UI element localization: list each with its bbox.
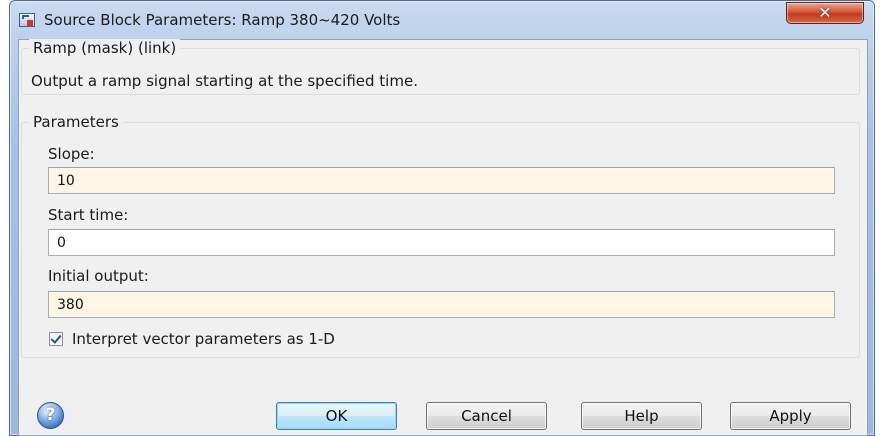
title-bar[interactable]: Source Block Parameters: Ramp 380~420 Vo… xyxy=(10,1,874,39)
initial-output-input[interactable] xyxy=(48,291,835,318)
parameters-legend: Parameters xyxy=(29,113,123,131)
simulink-block-icon xyxy=(19,13,35,27)
initial-output-label: Initial output: xyxy=(48,267,149,285)
start-time-label: Start time: xyxy=(48,206,129,224)
start-time-input[interactable] xyxy=(48,229,835,256)
ok-button[interactable]: OK xyxy=(276,402,397,430)
dialog-client-area: Ramp (mask) (link) Output a ramp signal … xyxy=(18,39,868,436)
help-button[interactable]: Help xyxy=(581,402,702,430)
interpret-vector-label[interactable]: Interpret vector parameters as 1-D xyxy=(72,330,335,348)
interpret-vector-checkbox[interactable] xyxy=(49,332,63,346)
close-icon: ✕ xyxy=(818,3,832,22)
description-legend: Ramp (mask) (link) xyxy=(29,39,181,57)
close-button[interactable]: ✕ xyxy=(786,2,864,24)
window-title: Source Block Parameters: Ramp 380~420 Vo… xyxy=(44,11,401,29)
cancel-button[interactable]: Cancel xyxy=(426,402,547,430)
slope-input[interactable] xyxy=(48,167,835,194)
description-text: Output a ramp signal starting at the spe… xyxy=(31,72,418,90)
dialog-window: Source Block Parameters: Ramp 380~420 Vo… xyxy=(9,0,875,436)
apply-button[interactable]: Apply xyxy=(730,402,851,430)
checkmark-icon xyxy=(50,332,62,344)
slope-label: Slope: xyxy=(48,145,95,163)
description-group: Ramp (mask) (link) Output a ramp signal … xyxy=(21,39,860,95)
help-icon[interactable]: ? xyxy=(37,402,64,429)
